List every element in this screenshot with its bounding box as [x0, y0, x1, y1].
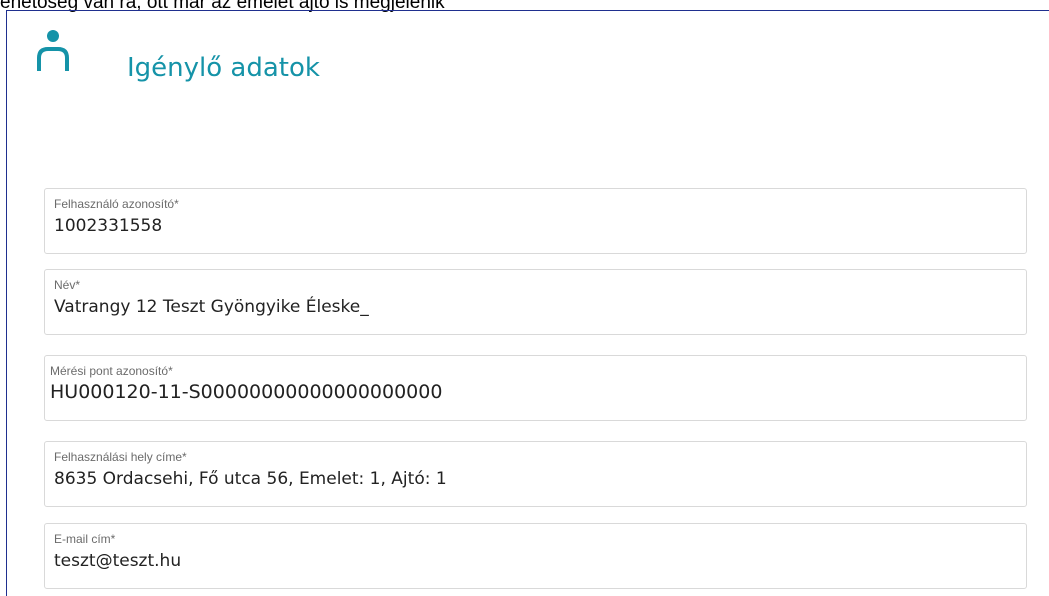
metering-point-id-field[interactable]: Mérési pont azonosító* HU000120-11-S0000…	[44, 355, 1027, 421]
metering-point-id-value: HU000120-11-S00000000000000000000	[50, 381, 443, 403]
form-panel: Igénylő adatok Felhasználó azonosító* 10…	[6, 10, 1049, 596]
consumption-address-value: 8635 Ordacsehi, Fő utca 56, Emelet: 1, A…	[54, 469, 447, 489]
email-value: teszt@teszt.hu	[54, 551, 182, 571]
email-field[interactable]: E-mail cím* teszt@teszt.hu	[44, 523, 1027, 589]
user-icon	[35, 29, 75, 89]
consumption-address-field[interactable]: Felhasználási hely címe* 8635 Ordacsehi,…	[44, 441, 1027, 507]
metering-point-id-label: Mérési pont azonosító*	[50, 364, 173, 378]
name-value: Vatrangy 12 Teszt Gyöngyike Éleske_	[54, 297, 369, 317]
section-title: Igénylő adatok	[127, 53, 320, 83]
user-id-field[interactable]: Felhasználó azonosító* 1002331558	[44, 188, 1027, 254]
name-field[interactable]: Név* Vatrangy 12 Teszt Gyöngyike Éleske_	[44, 269, 1027, 335]
user-id-value: 1002331558	[54, 216, 163, 236]
email-label: E-mail cím*	[54, 532, 116, 546]
name-label: Név*	[54, 278, 81, 292]
user-id-label: Felhasználó azonosító*	[54, 197, 179, 211]
consumption-address-label: Felhasználási hely címe*	[54, 450, 187, 464]
